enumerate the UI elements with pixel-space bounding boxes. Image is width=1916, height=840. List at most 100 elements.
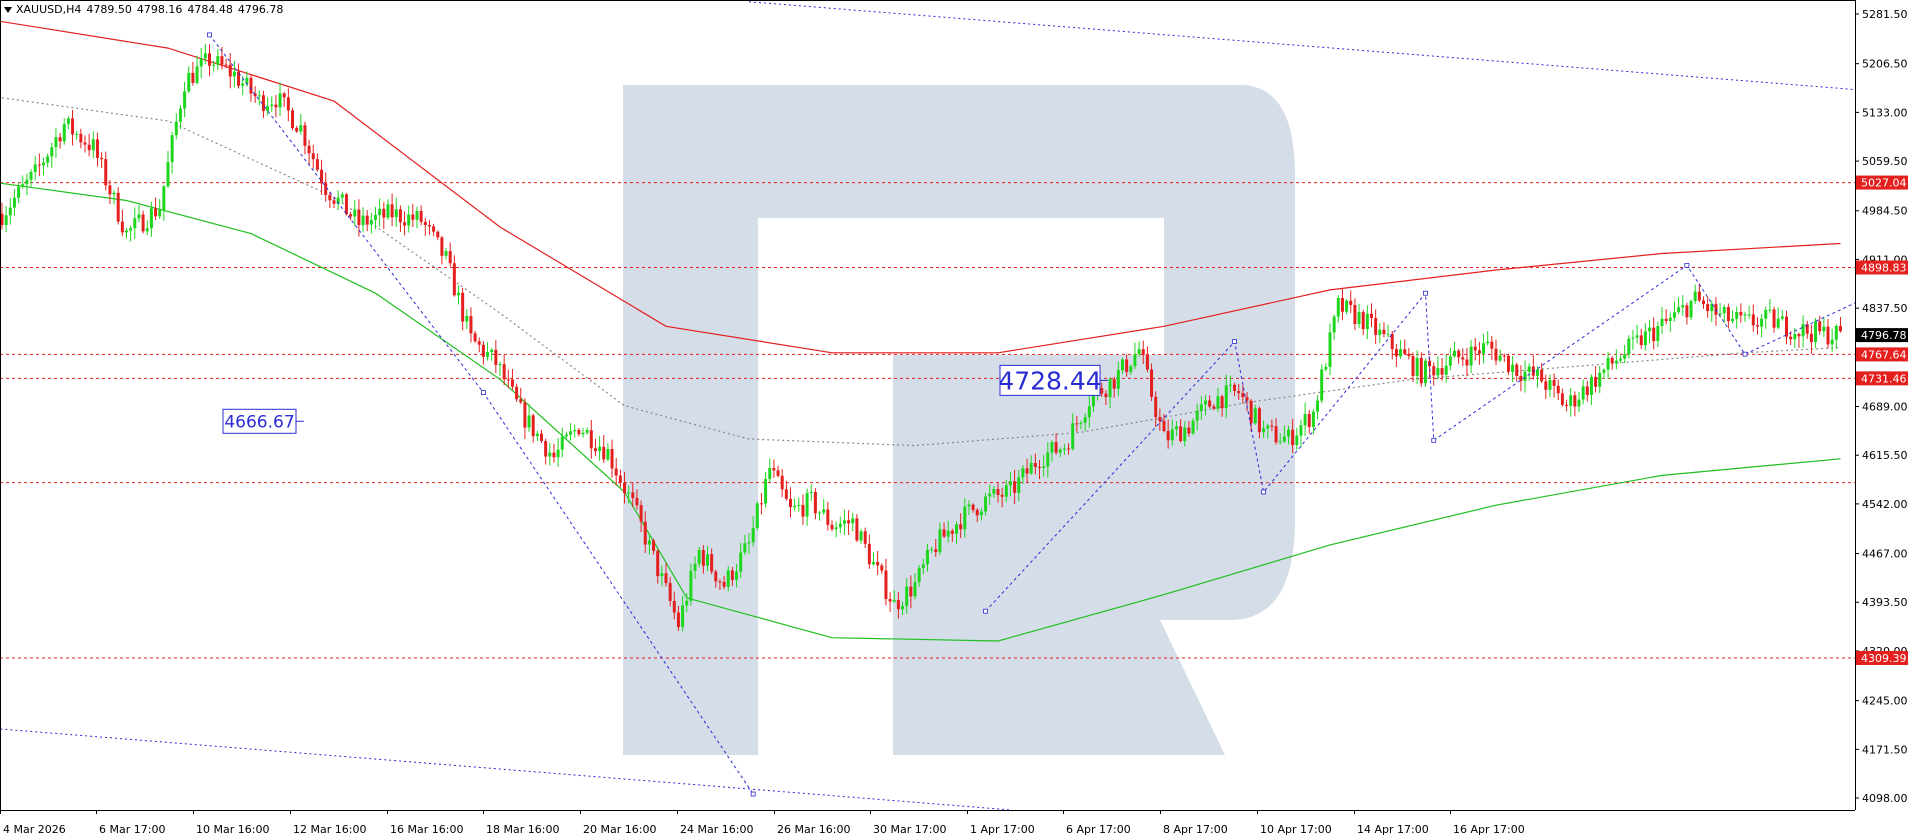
- candle-body: [1747, 314, 1751, 316]
- candle-body: [747, 542, 751, 544]
- price-chart[interactable]: 4666.67 4728.44 5281.50 5206.50 5133.00 5059…: [0, 0, 1916, 840]
- candle: [1436, 356, 1440, 380]
- candle-body: [349, 214, 353, 217]
- candle-body: [780, 475, 784, 490]
- candle-body: [187, 72, 191, 92]
- candle-body: [1104, 393, 1108, 398]
- y-tick-label: 4171.50: [1862, 743, 1908, 756]
- candle-body: [1681, 305, 1685, 308]
- candle: [494, 340, 498, 374]
- candle-body: [946, 530, 950, 537]
- price-annotation[interactable]: 4728.44: [998, 364, 1108, 396]
- candle-body: [1195, 410, 1199, 421]
- candle-body: [1187, 427, 1191, 434]
- candle-body: [37, 164, 41, 166]
- candle-body: [386, 204, 390, 218]
- candle-body: [261, 95, 265, 111]
- wave-node: [983, 608, 988, 614]
- candle: [1519, 365, 1523, 392]
- candle-body: [1311, 411, 1315, 427]
- candle: [1536, 366, 1539, 388]
- candle: [1399, 340, 1403, 359]
- candle: [419, 205, 423, 226]
- candle: [71, 110, 75, 146]
- candle: [1631, 329, 1635, 350]
- candle-body: [183, 91, 187, 109]
- candle-body: [87, 144, 91, 151]
- candle: [237, 63, 241, 89]
- candle: [1747, 305, 1751, 319]
- candle-body: [726, 570, 730, 587]
- candle-body: [1432, 366, 1436, 376]
- candle-body: [1697, 291, 1701, 301]
- candle-body: [79, 133, 83, 143]
- candle-body: [162, 186, 166, 210]
- candle: [261, 90, 265, 119]
- candle: [369, 212, 373, 234]
- candle: [66, 116, 70, 130]
- candle: [1353, 298, 1357, 331]
- candle: [510, 368, 514, 391]
- price-level-tag: 4731.46: [1861, 372, 1907, 385]
- candle-body: [1560, 393, 1564, 405]
- candle: [1361, 309, 1365, 335]
- candle-body: [54, 137, 58, 148]
- candle: [801, 494, 805, 525]
- candle-body: [1685, 305, 1689, 318]
- price-annotation[interactable]: 4666.67: [222, 408, 304, 434]
- candle: [1776, 307, 1780, 330]
- candle-body: [1025, 468, 1029, 474]
- price-level-tag: 5027.04: [1861, 177, 1907, 190]
- candle: [91, 131, 95, 159]
- candle-body: [1071, 423, 1075, 449]
- candle-body: [1838, 325, 1842, 332]
- candle: [398, 205, 402, 233]
- candle-body: [834, 527, 838, 530]
- candle-body: [129, 228, 133, 231]
- candle: [531, 413, 535, 443]
- candle-body: [1589, 376, 1593, 395]
- candle-body: [249, 77, 253, 94]
- candle-body: [1498, 355, 1502, 361]
- candle: [191, 61, 195, 86]
- candle-body: [1834, 325, 1838, 340]
- candle: [1672, 301, 1676, 322]
- candle-body: [411, 214, 415, 220]
- candle-body: [1731, 318, 1735, 322]
- candle-body: [1502, 355, 1506, 357]
- candle-body: [195, 66, 199, 83]
- candle-body: [1419, 357, 1423, 384]
- candle-body: [1353, 304, 1357, 325]
- candle-body: [635, 497, 639, 506]
- candle-body: [1689, 301, 1693, 318]
- candle-body: [1772, 309, 1776, 328]
- candle: [1477, 341, 1481, 365]
- candle: [423, 218, 427, 236]
- candle-body: [701, 549, 705, 566]
- candle-body: [1423, 360, 1427, 384]
- candle-body: [1208, 400, 1212, 407]
- candle: [1726, 303, 1730, 329]
- candle-body: [502, 364, 506, 380]
- candle: [1623, 344, 1627, 364]
- candle: [1407, 348, 1411, 360]
- candle-body: [535, 433, 539, 437]
- candle-body: [921, 564, 925, 568]
- candle-body: [801, 504, 805, 517]
- candle-body: [1075, 423, 1079, 425]
- candle-body: [1108, 379, 1112, 398]
- candle-body: [1486, 341, 1490, 344]
- candle-body: [1303, 414, 1307, 426]
- candle-body: [1598, 372, 1602, 387]
- candle-body: [598, 446, 602, 452]
- candle-body: [295, 128, 299, 132]
- x-tick-label: 12 Mar 16:00: [293, 823, 366, 836]
- candle: [855, 514, 859, 543]
- candle: [174, 113, 178, 140]
- candle: [515, 383, 519, 402]
- candle-body: [1062, 448, 1066, 450]
- candle-body: [730, 570, 734, 580]
- candle-body: [1780, 316, 1784, 319]
- candle-body: [531, 415, 535, 437]
- x-tick-label: 30 Mar 17:00: [873, 823, 946, 836]
